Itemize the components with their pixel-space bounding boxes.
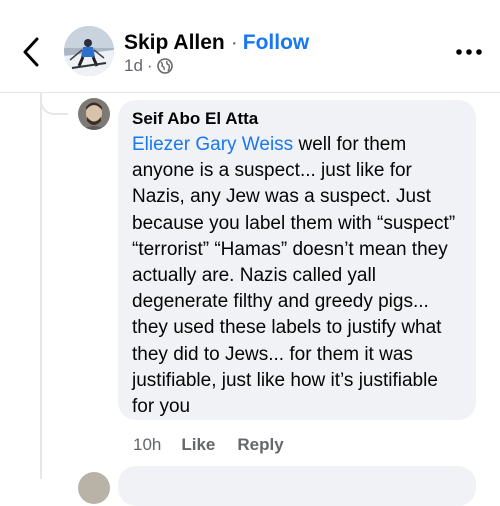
reply-text: Eliezer Gary Weiss well for them anyone … — [132, 132, 462, 420]
post-meta: 1d · — [124, 56, 173, 76]
reply-time[interactable]: 10h — [133, 435, 161, 455]
header-divider — [0, 92, 500, 93]
more-horizontal-icon — [456, 49, 482, 55]
globe-icon — [156, 58, 173, 74]
next-comment-bubble — [118, 466, 476, 506]
chevron-left-icon — [23, 37, 39, 67]
like-button[interactable]: Like — [181, 435, 215, 455]
author-name[interactable]: Skip Allen — [124, 31, 225, 55]
separator-dot: · — [230, 31, 238, 54]
meta-separator: · — [146, 56, 153, 75]
next-comment-avatar[interactable] — [78, 472, 110, 504]
follow-button[interactable]: Follow — [243, 31, 310, 55]
thread-connector — [40, 93, 68, 115]
more-options-button[interactable] — [452, 40, 486, 64]
comment-bubble: Seif Abo El Atta Eliezer Gary Weiss well… — [118, 100, 476, 420]
author-line: Skip Allen · Follow — [124, 31, 309, 55]
reply-body: well for them anyone is a suspect... jus… — [132, 134, 456, 418]
comment-actions: 10h Like Reply — [133, 435, 284, 455]
thread-line — [40, 93, 42, 479]
reply-button[interactable]: Reply — [237, 435, 283, 455]
reply-author-name[interactable]: Seif Abo El Atta — [132, 108, 462, 130]
mention-link[interactable]: Eliezer Gary Weiss — [132, 134, 293, 155]
back-button[interactable] — [14, 32, 48, 72]
post-header: Skip Allen · Follow 1d · — [0, 0, 500, 92]
post-time[interactable]: 1d — [124, 56, 143, 76]
reply-author-avatar[interactable] — [78, 98, 110, 130]
author-avatar[interactable] — [64, 26, 114, 76]
